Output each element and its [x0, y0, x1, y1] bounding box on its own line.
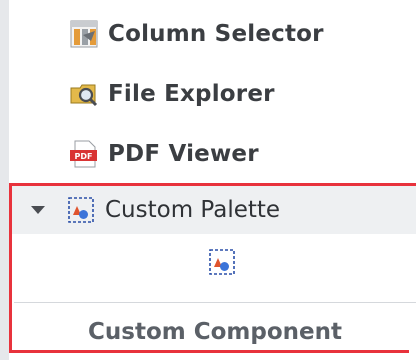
file-explorer-icon	[68, 78, 100, 110]
custom-component-icon[interactable]	[206, 246, 238, 278]
custom-component-label[interactable]: Custom Component	[14, 312, 416, 352]
panel-left-edge	[0, 0, 9, 360]
palette-item-column-selector[interactable]: Column Selector	[68, 14, 324, 54]
palette-item-label: Column Selector	[108, 21, 324, 47]
divider	[14, 302, 416, 303]
palette-item-label: File Explorer	[108, 81, 275, 107]
custom-palette-label: Custom Palette	[105, 197, 281, 223]
custom-palette-icon	[65, 194, 97, 226]
component-palette-panel: Column Selector File Explorer PDF PDF Vi…	[0, 0, 416, 360]
column-selector-icon	[68, 18, 100, 50]
chevron-down-icon[interactable]	[31, 206, 45, 214]
palette-item-pdf-viewer[interactable]: PDF PDF Viewer	[68, 134, 259, 174]
palette-item-file-explorer[interactable]: File Explorer	[68, 74, 275, 114]
custom-palette-group[interactable]: Custom Palette	[9, 186, 416, 234]
palette-item-label: PDF Viewer	[108, 141, 259, 167]
pdf-viewer-icon: PDF	[68, 138, 100, 170]
svg-text:PDF: PDF	[75, 152, 93, 161]
